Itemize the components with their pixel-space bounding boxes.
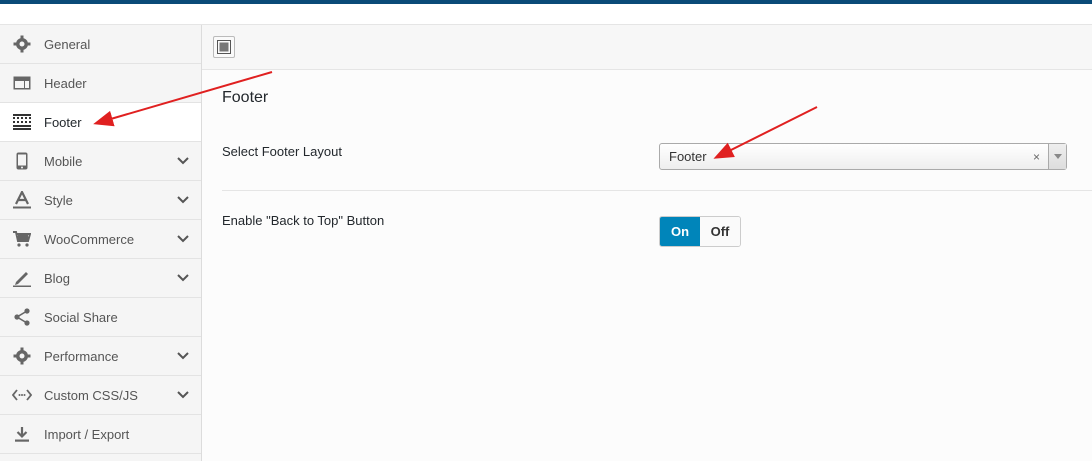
footer-layout-icon (12, 112, 32, 132)
toggle-off-button[interactable]: Off (700, 217, 740, 246)
sidebar-item-header[interactable]: Header (0, 64, 201, 103)
sidebar-item-label: Style (44, 192, 73, 208)
chevron-down-icon[interactable] (177, 350, 189, 362)
section-title: Footer (222, 89, 269, 106)
sidebar-item-mobile[interactable]: Mobile (0, 142, 201, 181)
sidebar-item-label: Social Share (44, 309, 118, 325)
code-icon (12, 385, 32, 405)
sidebar-item-performance[interactable]: Performance (0, 337, 201, 376)
sidebar-item-label: Import / Export (44, 426, 130, 442)
chevron-down-icon[interactable] (177, 155, 189, 167)
sidebar-item-label: Custom CSS/JS (44, 387, 138, 403)
footer-layout-label: Select Footer Layout (222, 144, 342, 159)
options-panel: Footer Select Footer Layout Footer × Ena… (202, 25, 1092, 461)
smartphone-icon (12, 151, 32, 171)
chevron-down-icon[interactable] (177, 389, 189, 401)
text-style-icon (12, 190, 32, 210)
layout-icon (217, 40, 231, 54)
sidebar-item-label: Mobile (44, 153, 83, 169)
pen-icon (12, 268, 32, 288)
sidebar-item-label: General (44, 36, 91, 52)
header-layout-icon (12, 73, 32, 93)
sidebar-item-label: WooCommerce (44, 231, 135, 247)
chevron-down-icon[interactable] (177, 233, 189, 245)
sidebar-item-blog[interactable]: Blog (0, 259, 201, 298)
chevron-down-icon[interactable] (177, 272, 189, 284)
toggle-on-button[interactable]: On (660, 217, 700, 246)
options-sidebar: General Header Footer Mobile Style WooCo… (0, 25, 202, 461)
chevron-down-icon[interactable] (177, 194, 189, 206)
sidebar-item-label: Footer (44, 114, 82, 130)
back-to-top-toggle[interactable]: On Off (659, 216, 741, 247)
sidebar-item-import-export[interactable]: Import / Export (0, 415, 201, 454)
gear-icon (12, 34, 32, 54)
footer-layout-select[interactable]: Footer × (659, 143, 1067, 170)
sidebar-item-label: Performance (44, 348, 119, 364)
back-to-top-label: Enable "Back to Top" Button (222, 213, 385, 228)
download-icon (12, 424, 32, 444)
sidebar-item-general[interactable]: General (0, 25, 201, 64)
sidebar-item-custom-css-js[interactable]: Custom CSS/JS (0, 376, 201, 415)
dropdown-arrow-icon[interactable] (1048, 144, 1066, 169)
share-icon (12, 307, 32, 327)
clear-selection-icon[interactable]: × (1033, 150, 1040, 164)
sidebar-item-woocommerce[interactable]: WooCommerce (0, 220, 201, 259)
sidebar-item-social-share[interactable]: Social Share (0, 298, 201, 337)
footer-layout-value: Footer (669, 149, 707, 164)
sidebar-item-style[interactable]: Style (0, 181, 201, 220)
panel-toolbar (202, 25, 1092, 70)
sidebar-item-label: Header (44, 75, 87, 91)
sidebar-item-footer[interactable]: Footer (0, 103, 201, 142)
gear-icon (12, 346, 32, 366)
sidebar-item-label: Blog (44, 270, 71, 286)
top-spacer (0, 4, 1092, 25)
cart-icon (12, 229, 32, 249)
layout-toggle-button[interactable] (213, 36, 235, 58)
row-divider (222, 190, 1092, 191)
